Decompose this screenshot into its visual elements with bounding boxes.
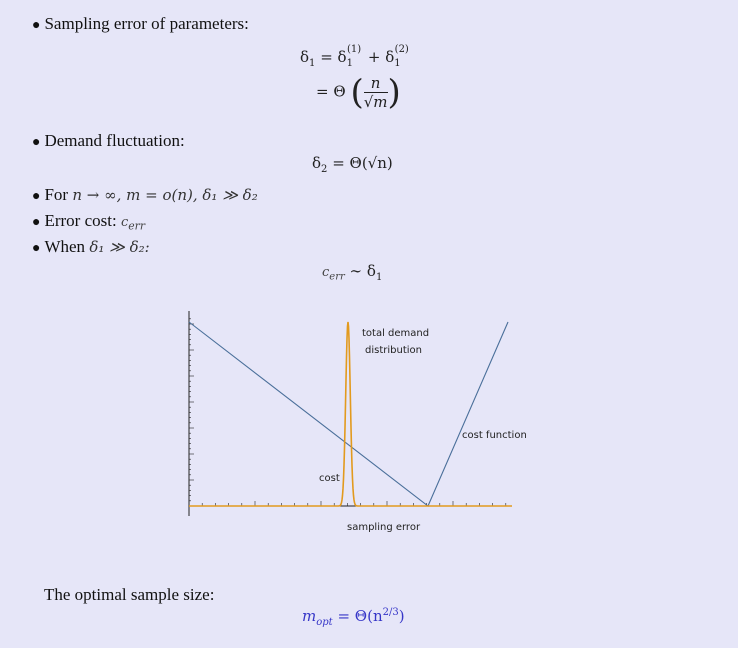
bullet-dot: ● (32, 135, 41, 150)
opt-rhs: = Θ(n (337, 607, 383, 625)
denominator: √m (363, 93, 388, 111)
bullet-text: Sampling error of parameters: (44, 14, 249, 33)
annotation-distribution: distribution (365, 345, 422, 356)
annotation-cost-function: cost function (462, 430, 526, 441)
y-ticks (189, 318, 194, 507)
for-condition: n → ∞, m = o(n), δ₁ ≫ δ₂ (72, 186, 258, 204)
bullet-error-cost: ● Error cost: cerr (32, 211, 145, 237)
approx-symbol: ∼ (349, 262, 363, 280)
cost-demand-chart: total demand distribution cost function … (188, 311, 526, 533)
numerator: n (363, 74, 388, 93)
delta1-equation-line1: δ1 = δ1(1) + δ1(2) (300, 44, 409, 69)
theta-symbol: Θ (333, 82, 346, 101)
delta2-equation: δ2 = Θ(√n) (312, 154, 393, 175)
annotation-cost: cost (319, 473, 340, 484)
opt-sub: opt (316, 617, 333, 628)
bullet-dot: ● (32, 241, 41, 256)
opt-exponent: 2/3 (382, 607, 399, 618)
bullet-text: Error cost: (44, 211, 117, 230)
cerr-symbol: cerr (322, 265, 345, 283)
delta1-equation-line2: = Θ (n √m) (316, 72, 401, 113)
bullet-demand-fluctuation: ● Demand fluctuation: (32, 131, 185, 153)
bullet-text: For (44, 185, 69, 204)
m-symbol: m (302, 607, 317, 625)
bullet-when: ● When δ₁ ≫ δ₂: (32, 237, 150, 259)
delta-symbol: δ (300, 48, 310, 66)
delta2-rhs: = Θ(√n) (332, 154, 393, 172)
demand-distribution-line (189, 321, 512, 507)
annotation-total-demand: total demand (362, 328, 429, 339)
opt-close: ) (398, 607, 405, 625)
bullet-for-n: ● For n → ∞, m = o(n), δ₁ ≫ δ₂ (32, 185, 258, 207)
bullet-dot: ● (32, 215, 41, 230)
equals-sign: = (320, 48, 333, 66)
fraction: n √m (363, 74, 388, 111)
cerr-approx-equation: cerr ∼ δ1 (322, 262, 383, 283)
bullet-dot: ● (32, 18, 41, 33)
bullet-text: Demand fluctuation: (44, 131, 185, 150)
cerr-symbol: cerr (120, 215, 145, 233)
bullet-sampling-error: ● Sampling error of parameters: (32, 14, 249, 36)
optimal-m-equation: mopt = Θ(n2/3) (302, 607, 405, 628)
optimal-sample-size-text: The optimal sample size: (44, 585, 215, 604)
x-axis-label: sampling error (347, 522, 421, 533)
when-condition: δ₁ ≫ δ₂: (89, 238, 150, 256)
bullet-dot: ● (32, 189, 41, 204)
bullet-text: When (44, 237, 86, 256)
